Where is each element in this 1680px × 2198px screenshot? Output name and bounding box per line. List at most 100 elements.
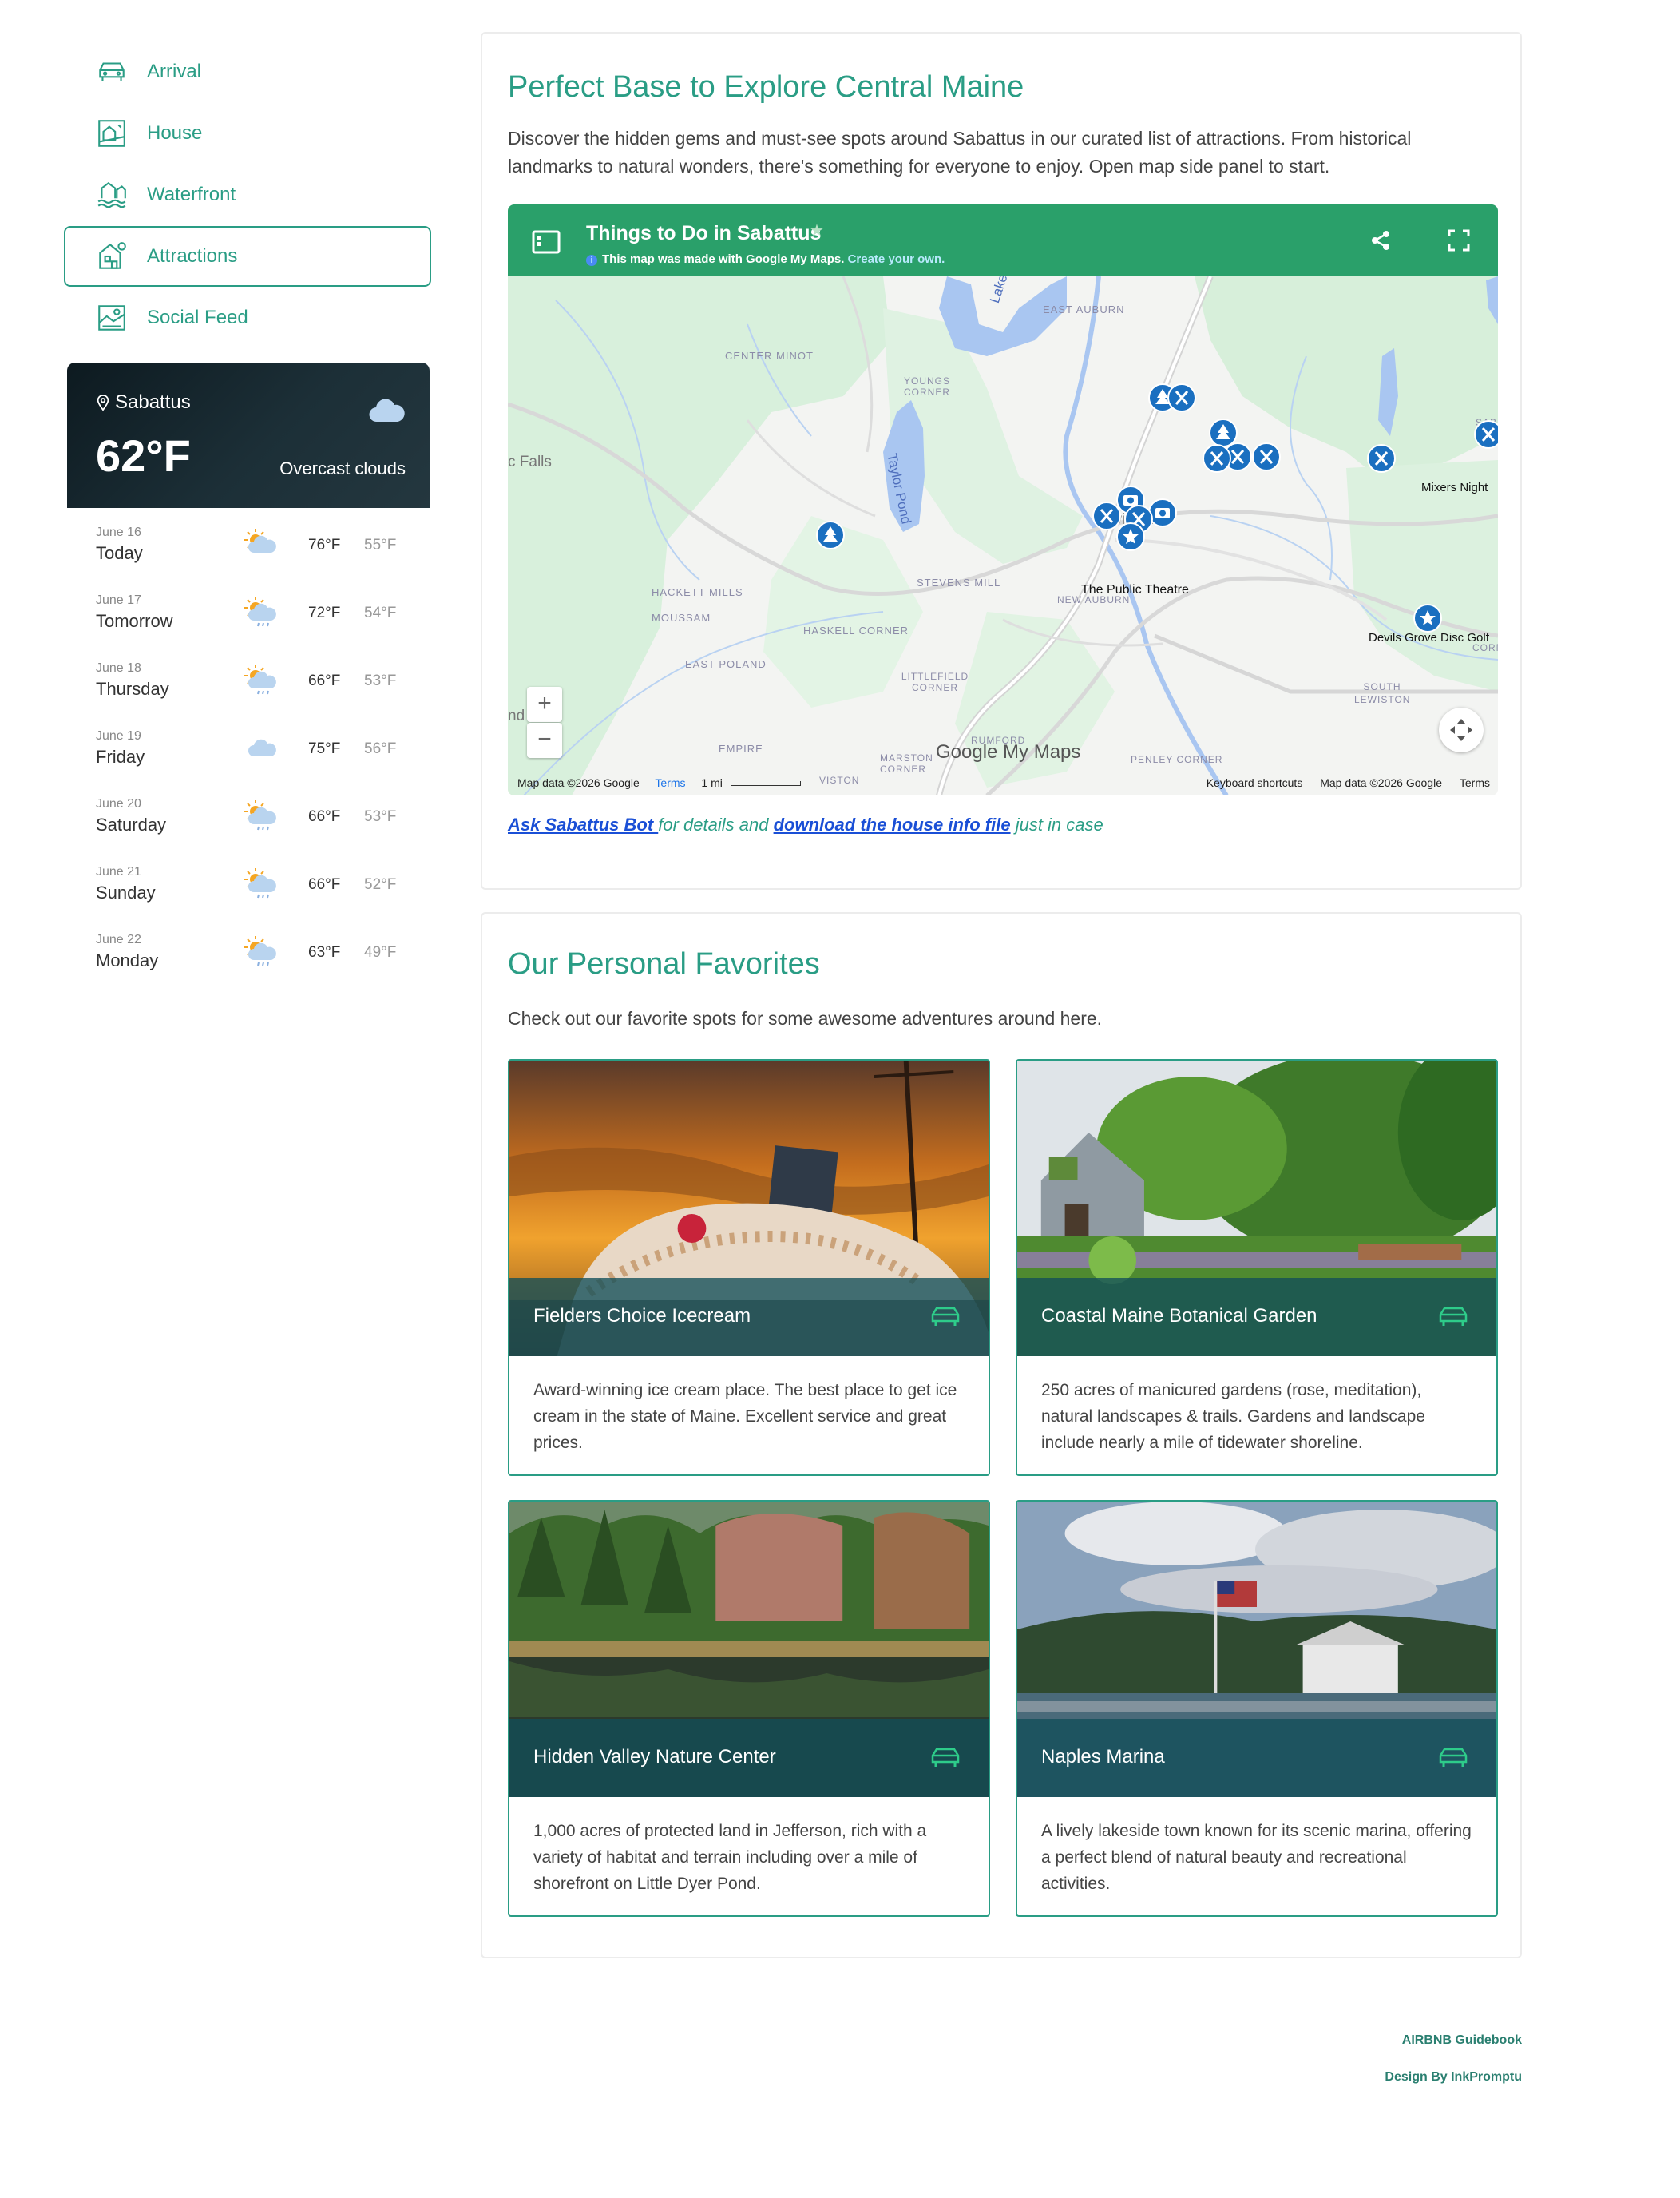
nav-item-arrival[interactable]: Arrival — [64, 42, 431, 102]
favorite-tile-icecream[interactable]: Fielders Choice Icecream Award-winning i… — [508, 1059, 990, 1476]
car-icon — [94, 54, 129, 89]
forecast-date: June 18 — [96, 661, 141, 675]
map-pin-food-icon[interactable] — [1250, 441, 1282, 473]
weather-condition: Overcast clouds — [279, 458, 406, 478]
forecast-row: June 20 Saturday 66°F 53°F — [67, 780, 430, 847]
embedded-map[interactable]: EAST AUBURN CENTER MINOT YOUNGS CORNER L… — [508, 204, 1498, 795]
partly-cloudy-icon — [244, 529, 276, 553]
terms-link-right[interactable]: Terms — [1460, 776, 1490, 789]
map-label: PENLEY CORNER — [1131, 754, 1223, 765]
sun-rain-icon — [244, 800, 276, 831]
favorite-tile-botanical-garden[interactable]: Coastal Maine Botanical Garden 250 acres… — [1016, 1059, 1498, 1476]
map-label: MOUSSAM — [652, 612, 711, 624]
share-icon[interactable] — [1369, 228, 1393, 252]
nav-item-attractions[interactable]: Attractions — [64, 226, 431, 287]
nav-label: Waterfront — [147, 184, 236, 205]
forecast-date: June 22 — [96, 933, 141, 946]
keyboard-shortcuts-link[interactable]: Keyboard shortcuts — [1207, 776, 1303, 789]
google-my-maps-logo: Google My Maps — [936, 741, 1081, 763]
map-label: YOUNGS CORNER — [904, 375, 951, 398]
side-panel-icon[interactable] — [532, 230, 561, 254]
map-label: HASKELL CORNER — [803, 625, 909, 637]
map-label: NEW AUBURN — [1057, 594, 1131, 605]
map-pin-food-icon[interactable] — [1472, 419, 1498, 450]
directions-car-icon[interactable] — [1437, 1744, 1469, 1771]
forecast-row: June 19 Friday 75°F 56°F — [67, 712, 430, 780]
forecast-row: June 18 Thursday 66°F 53°F — [67, 644, 430, 712]
tile-name: Naples Marina — [1041, 1746, 1165, 1768]
map-label: CORN — [1472, 642, 1498, 653]
scale-bar — [730, 781, 801, 787]
zoom-out-button[interactable]: − — [527, 723, 562, 758]
forecast-high: 72°F — [308, 605, 341, 621]
explore-card: Perfect Base to Explore Central Maine Di… — [481, 32, 1522, 890]
map-label: nd — [508, 708, 525, 724]
explore-description: Discover the hidden gems and must-see sp… — [508, 128, 1412, 177]
zoom-in-button[interactable]: + — [527, 687, 562, 722]
directions-car-icon[interactable] — [929, 1744, 961, 1771]
map-label: SOUTH LEWISTON — [1354, 681, 1411, 705]
nav-label: Arrival — [147, 61, 202, 82]
forecast-day: Tomorrow — [96, 611, 173, 631]
download-info-link[interactable]: download the house info file — [774, 815, 1011, 835]
forecast-date: June 20 — [96, 797, 141, 811]
nav-item-house[interactable]: House — [64, 103, 431, 164]
tile-caption: Naples Marina — [1017, 1719, 1496, 1797]
forecast-high: 63°F — [308, 944, 341, 961]
forecast-day: Sunday — [96, 883, 156, 903]
sun-rain-icon — [244, 868, 276, 899]
ask-bot-link[interactable]: Ask Sabattus Bot — [508, 815, 658, 835]
star-icon[interactable]: ★ — [810, 220, 824, 240]
waterfront-icon — [94, 177, 129, 212]
fullscreen-icon[interactable] — [1447, 228, 1471, 252]
nav-label: House — [147, 122, 203, 144]
footer-guidebook[interactable]: AIRBNB Guidebook — [1402, 2033, 1522, 2048]
tile-description: 250 acres of manicured gardens (rose, me… — [1041, 1381, 1425, 1452]
map-pin-food-icon[interactable] — [1201, 442, 1233, 474]
map-pin-tree-icon[interactable] — [814, 519, 846, 551]
map-attribution-right: Map data ©2026 Google — [1320, 776, 1442, 789]
map-links: Ask Sabattus Bot for details and downloa… — [508, 815, 1103, 835]
map-label: STEVENS MILL — [917, 577, 1001, 589]
forecast-row: June 16 Today 76°F 55°F — [67, 508, 430, 576]
nav-label: Attractions — [147, 245, 238, 267]
map-label: LITTLEFIELD CORNER — [901, 671, 969, 693]
map-pin-food-icon[interactable] — [1365, 442, 1397, 474]
map-label: Mixers Night — [1421, 481, 1488, 494]
map-header: Things to Do in Sabattus ★ i This map was… — [508, 204, 1498, 276]
favorite-tile-nature-center[interactable]: Hidden Valley Nature Center 1,000 acres … — [508, 1500, 990, 1917]
directions-car-icon[interactable] — [929, 1303, 961, 1331]
forecast-day: Friday — [96, 747, 145, 767]
recenter-button[interactable] — [1439, 708, 1484, 752]
forecast-low: 55°F — [364, 537, 397, 553]
nav-item-social-feed[interactable]: Social Feed — [64, 288, 431, 348]
tile-description: Award-winning ice cream place. The best … — [533, 1381, 957, 1452]
directions-car-icon[interactable] — [1437, 1303, 1469, 1331]
forecast-high: 75°F — [308, 740, 341, 757]
recenter-icon — [1450, 719, 1472, 741]
forecast-row: June 17 Tomorrow 72°F 54°F — [67, 576, 430, 644]
nav-label: Social Feed — [147, 307, 248, 328]
create-map-link[interactable]: Create your own. — [848, 252, 945, 266]
map-pin-star-icon[interactable] — [1412, 602, 1444, 634]
forecast-high: 76°F — [308, 537, 341, 553]
sidebar: Arrival House Waterfront Attractions Soc… — [64, 42, 431, 983]
sun-rain-icon — [244, 665, 276, 695]
forecast-date: June 21 — [96, 865, 141, 879]
forecast-low: 53°F — [364, 672, 397, 689]
favorite-tile-naples-marina[interactable]: Naples Marina A lively lakeside town kno… — [1016, 1500, 1498, 1917]
terms-link[interactable]: Terms — [655, 776, 685, 789]
map-label: EAST POLAND — [685, 658, 767, 670]
sun-rain-icon — [244, 597, 276, 627]
nav-item-waterfront[interactable]: Waterfront — [64, 165, 431, 225]
favorites-title: Our Personal Favorites — [508, 947, 820, 981]
map-pin-star-icon[interactable] — [1115, 521, 1147, 553]
forecast-date: June 17 — [96, 593, 141, 607]
tile-name: Fielders Choice Icecream — [533, 1305, 751, 1327]
social-feed-icon — [94, 300, 129, 335]
map-pin-food-icon[interactable] — [1166, 382, 1198, 414]
forecast-day: Thursday — [96, 679, 169, 699]
map-canvas[interactable]: EAST AUBURN CENTER MINOT YOUNGS CORNER L… — [508, 228, 1498, 795]
footer-design-credit[interactable]: Design By InkPromptu — [1385, 2070, 1522, 2085]
forecast-row: June 21 Sunday 66°F 52°F — [67, 847, 430, 915]
